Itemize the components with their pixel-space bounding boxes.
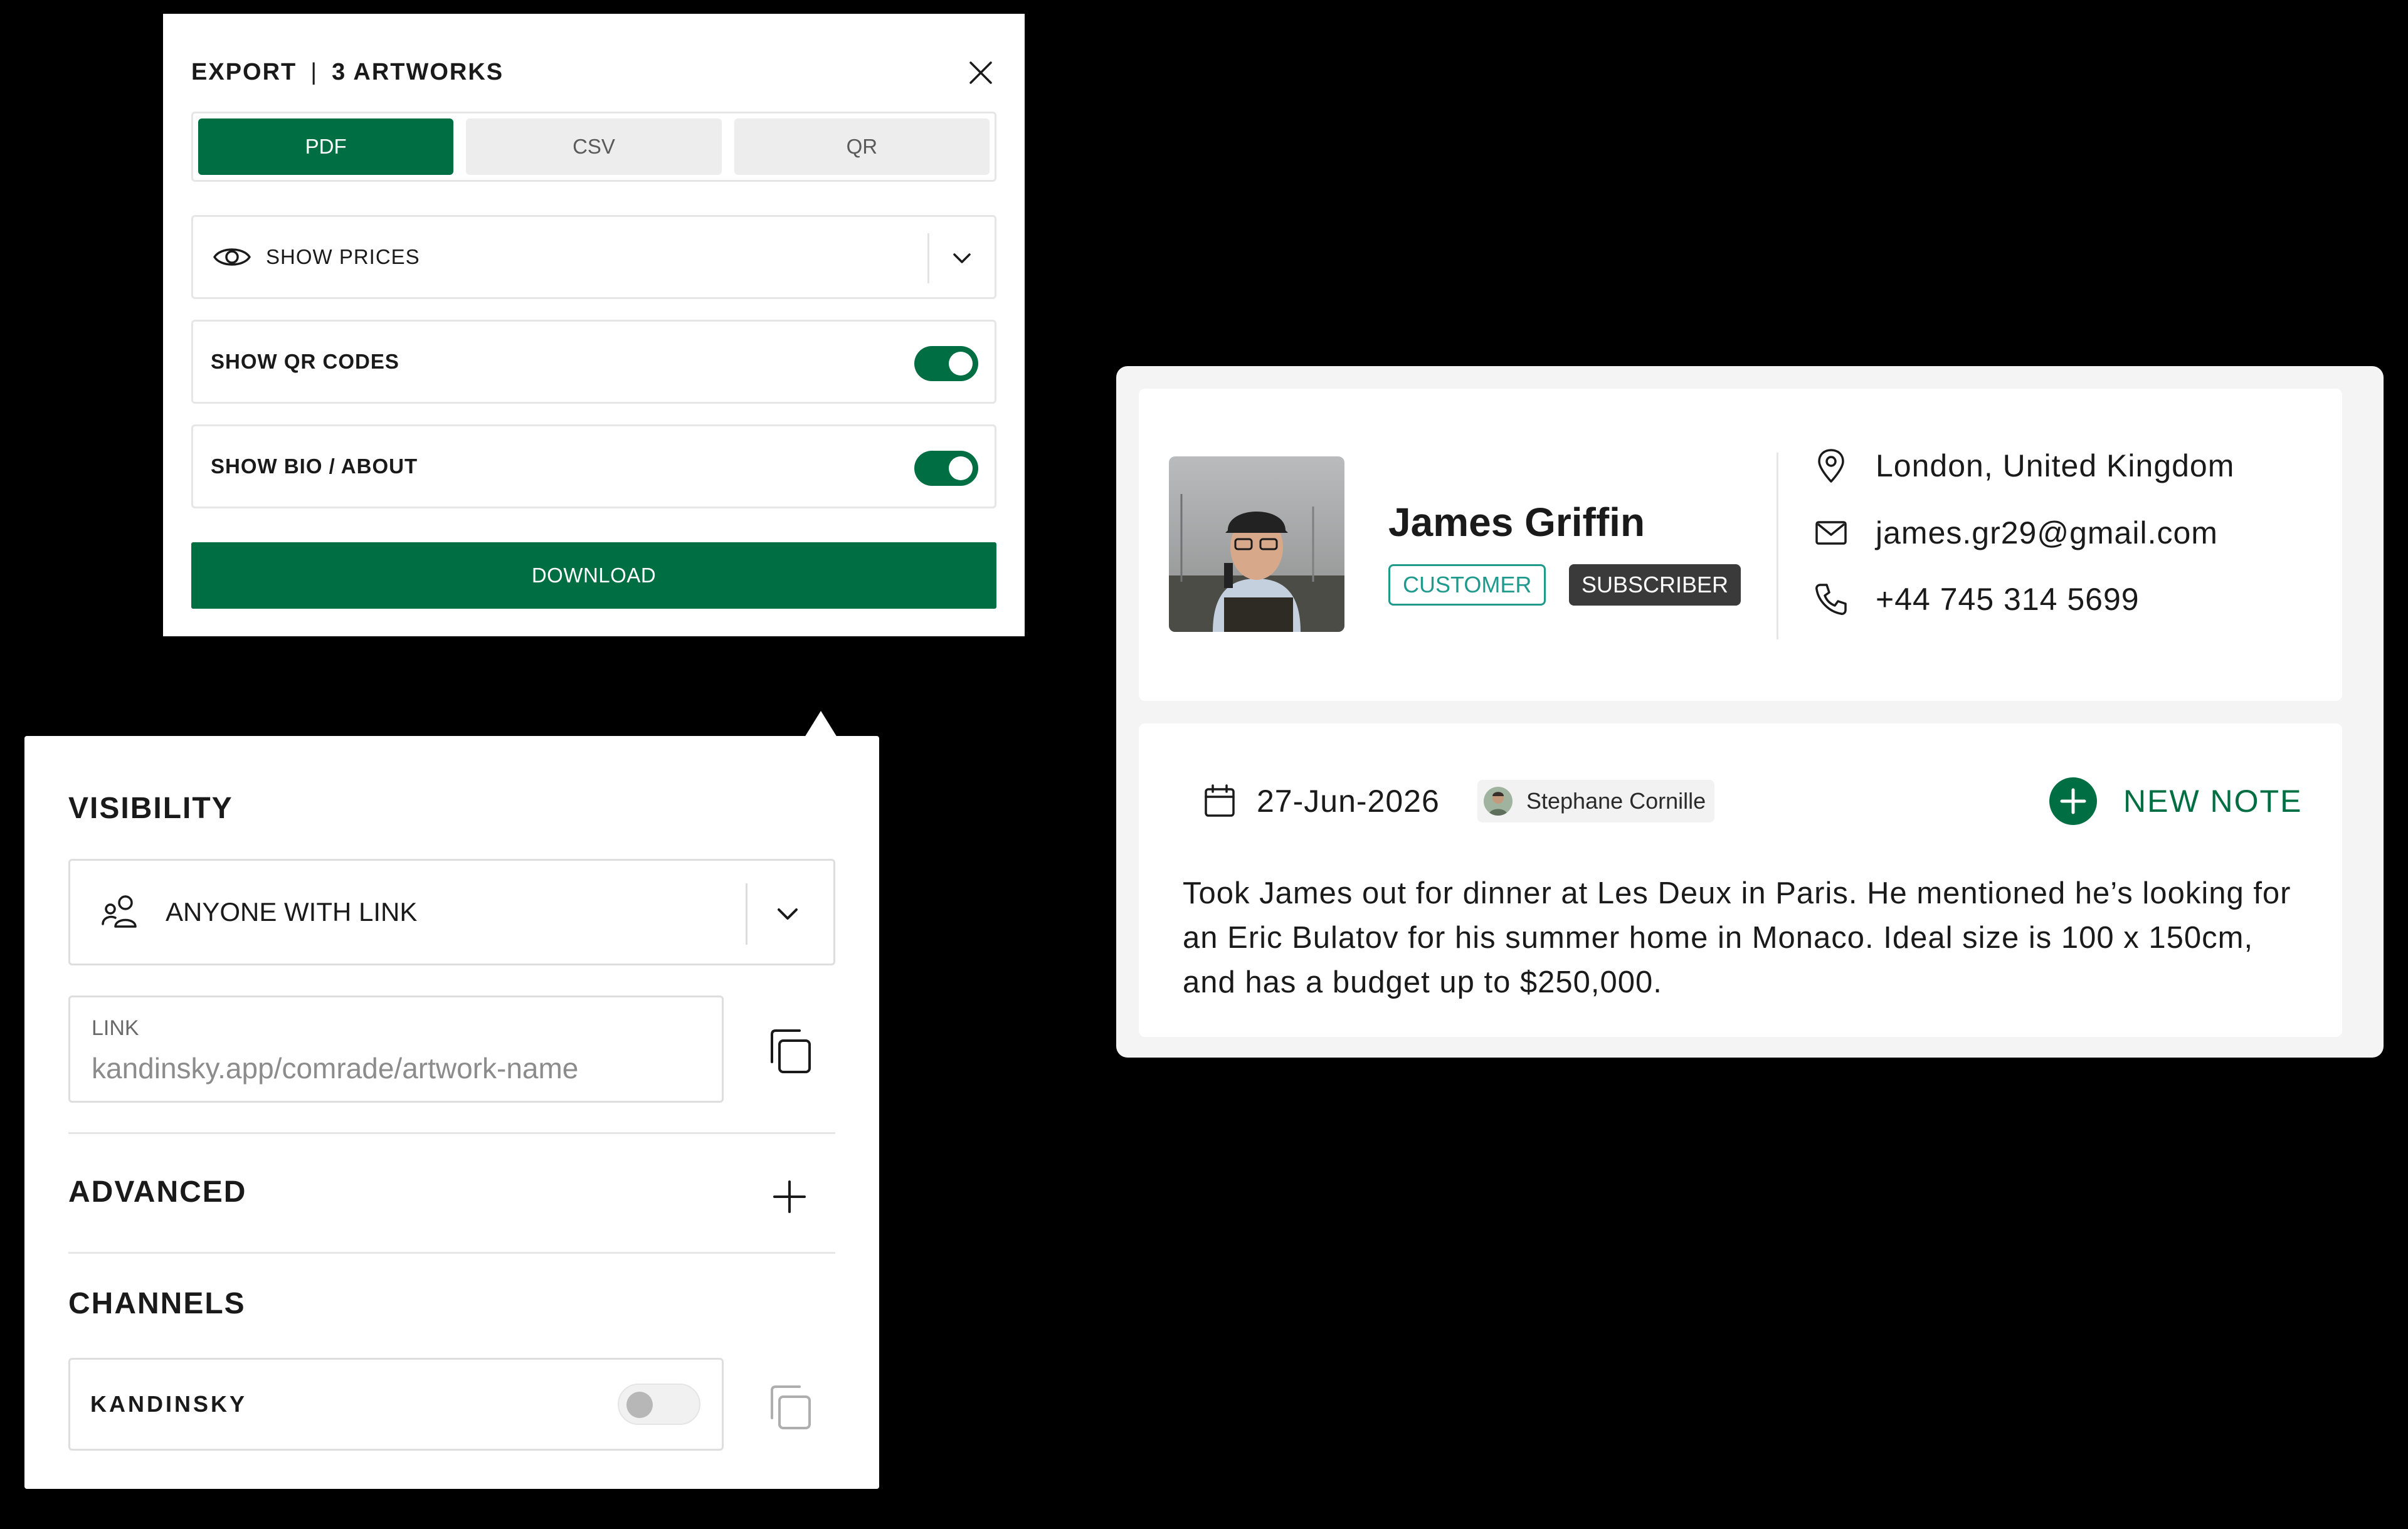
- copy-icon[interactable]: [766, 1026, 815, 1077]
- note-date-text: 27-Jun-2026: [1257, 784, 1440, 819]
- show-prices-select[interactable]: SHOW PRICES: [191, 215, 996, 299]
- export-title-separator: |: [310, 59, 319, 85]
- phone-text[interactable]: +44 745 314 5699: [1876, 581, 2140, 617]
- show-bio-row: SHOW BIO / ABOUT: [191, 424, 996, 508]
- access-select-value: ANYONE WITH LINK: [166, 897, 418, 927]
- show-bio-toggle[interactable]: [914, 451, 978, 486]
- note-body: Took James out for dinner at Les Deux in…: [1183, 876, 2291, 999]
- customer-badge: CUSTOMER: [1388, 564, 1546, 606]
- channels-heading: CHANNELS: [68, 1287, 246, 1320]
- link-field-label: LINK: [92, 1016, 139, 1040]
- format-tabs: PDF CSV QR: [191, 112, 996, 182]
- copy-icon[interactable]: [766, 1382, 815, 1433]
- download-button[interactable]: DOWNLOAD: [191, 542, 996, 609]
- show-qr-codes-row: SHOW QR CODES: [191, 320, 996, 404]
- divider: [68, 1132, 835, 1134]
- show-qr-codes-toggle[interactable]: [914, 346, 978, 381]
- contact-location: London, United Kingdom: [1813, 444, 2234, 488]
- channel-name: KANDINSKY: [90, 1391, 248, 1417]
- email-text[interactable]: james.gr29@gmail.com: [1876, 515, 2218, 551]
- visibility-panel: VISIBILITY ANYONE WITH LINK LINK ADVANCE…: [24, 736, 879, 1489]
- new-note-button[interactable]: NEW NOTE: [2048, 775, 2302, 828]
- chevron-down-icon[interactable]: [771, 897, 805, 931]
- contact-name: James Griffin: [1388, 500, 1645, 545]
- plus-icon[interactable]: [771, 1178, 808, 1216]
- tab-pdf[interactable]: PDF: [198, 118, 454, 175]
- export-title-label: EXPORT: [191, 59, 297, 85]
- profile-section: James Griffin CUSTOMER SUBSCRIBER London…: [1139, 389, 2342, 701]
- link-input[interactable]: [92, 1051, 694, 1085]
- mail-icon: [1815, 521, 1847, 545]
- vertical-divider: [1777, 453, 1778, 639]
- note-section: 27-Jun-2026 Stephane Cornille NEW NOTE T…: [1139, 723, 2342, 1037]
- author-avatar: [1484, 787, 1513, 816]
- export-panel: EXPORT | 3 ARTWORKS PDF CSV QR SHOW PRICES…: [163, 14, 1025, 636]
- contact-email[interactable]: james.gr29@gmail.com: [1813, 511, 2218, 555]
- contact-phone[interactable]: +44 745 314 5699: [1813, 577, 2140, 621]
- popover-caret: [805, 711, 837, 737]
- avatar: [1169, 456, 1344, 632]
- channel-row-kandinsky: KANDINSKY: [68, 1358, 724, 1451]
- map-pin-icon: [1818, 449, 1844, 483]
- subscriber-badge: SUBSCRIBER: [1569, 564, 1741, 606]
- tab-qr[interactable]: QR: [734, 118, 990, 175]
- link-field: LINK: [68, 996, 724, 1103]
- plus-circle-icon: [2049, 777, 2097, 825]
- users-icon: [102, 895, 137, 928]
- location-text: London, United Kingdom: [1876, 448, 2235, 483]
- show-bio-label: SHOW BIO / ABOUT: [211, 454, 418, 478]
- show-prices-label: SHOW PRICES: [266, 245, 420, 268]
- advanced-heading: ADVANCED: [68, 1175, 247, 1209]
- phone-icon: [1815, 584, 1847, 615]
- calendar-icon: [1205, 784, 1235, 817]
- note-date: 27-Jun-2026: [1201, 776, 1440, 826]
- chevron-down-icon[interactable]: [947, 243, 977, 273]
- new-note-label: NEW NOTE: [2123, 784, 2303, 819]
- visibility-heading: VISIBILITY: [68, 792, 233, 825]
- export-title: EXPORT | 3 ARTWORKS: [191, 59, 504, 86]
- access-select[interactable]: ANYONE WITH LINK: [68, 859, 835, 965]
- select-divider: [927, 233, 929, 283]
- close-icon[interactable]: [966, 58, 996, 88]
- eye-icon: [213, 248, 251, 266]
- tab-csv[interactable]: CSV: [466, 118, 722, 175]
- note-author-chip[interactable]: Stephane Cornille: [1477, 780, 1715, 822]
- select-divider: [746, 883, 747, 945]
- note-author-name: Stephane Cornille: [1526, 788, 1706, 814]
- export-title-count: 3 ARTWORKS: [332, 59, 504, 85]
- contact-card: James Griffin CUSTOMER SUBSCRIBER London…: [1116, 366, 2384, 1058]
- channel-toggle[interactable]: [618, 1384, 700, 1425]
- show-qr-codes-label: SHOW QR CODES: [211, 350, 399, 373]
- divider: [68, 1252, 835, 1254]
